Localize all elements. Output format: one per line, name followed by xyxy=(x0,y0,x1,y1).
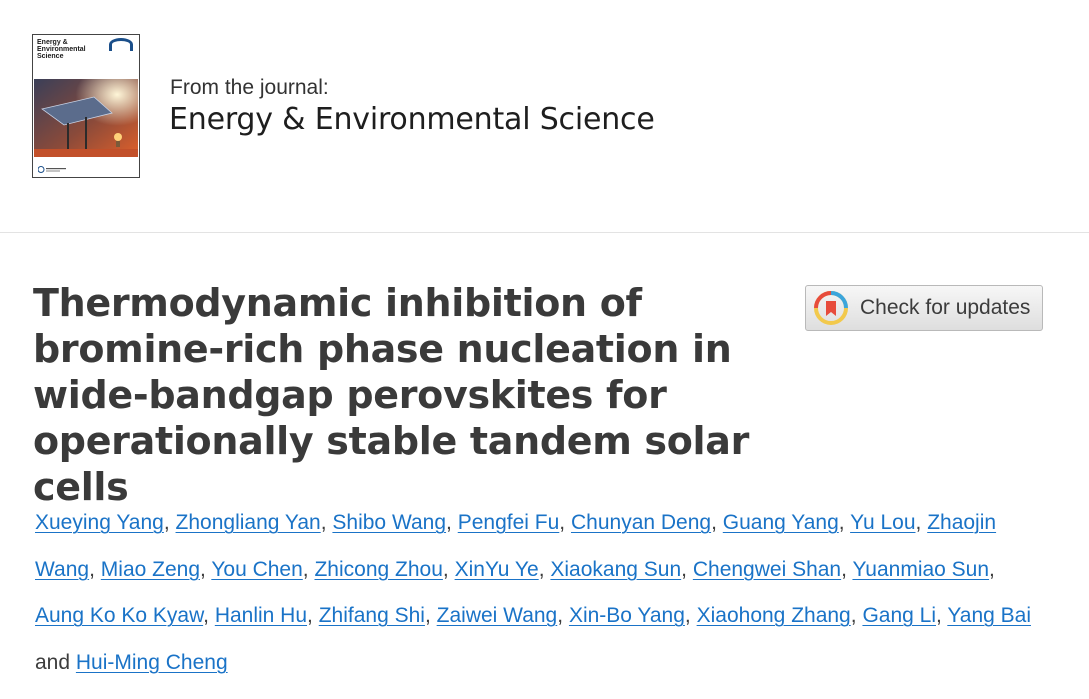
author-link[interactable]: Hui-Ming Cheng xyxy=(76,651,228,674)
header-divider xyxy=(0,232,1089,233)
cover-title: Energy & Environmental Science xyxy=(37,39,111,60)
author-link[interactable]: Zhicong Zhou xyxy=(314,558,442,581)
author-link[interactable]: Shibo Wang xyxy=(332,511,446,534)
title-line: operationally stable tandem solar cells xyxy=(33,419,750,509)
author-link[interactable]: Miao Zeng xyxy=(101,558,200,581)
author-separator: , xyxy=(538,557,545,581)
cover-artwork xyxy=(34,79,138,157)
author-separator: , xyxy=(200,557,206,581)
author-separator: , xyxy=(163,511,170,534)
author-link[interactable]: Gang Li xyxy=(862,604,936,627)
cover-badge-icon xyxy=(109,38,133,51)
author-separator: , xyxy=(446,511,452,534)
author-link[interactable]: Zaiwei Wang xyxy=(437,604,558,627)
cover-title-line: Environmental xyxy=(37,46,86,53)
author-link[interactable]: Chengwei Shan xyxy=(693,558,841,581)
author-separator: , xyxy=(915,511,922,534)
article-page: Energy & Environmental Science From the … xyxy=(0,0,1089,699)
author-separator: , xyxy=(711,511,717,534)
cover-title-line: Energy & xyxy=(37,39,68,46)
author-separator: , xyxy=(684,604,691,627)
author-separator: , xyxy=(838,511,845,534)
author-separator: , xyxy=(307,604,313,627)
article-title: Thermodynamic inhibition of bromine-rich… xyxy=(33,280,793,510)
author-link[interactable]: Yuanmiao Sun xyxy=(852,558,989,581)
cover-title-line: Science xyxy=(37,53,64,60)
author-separator: , xyxy=(841,557,847,581)
author-separator: , xyxy=(559,511,566,534)
author-list: Xueying Yang, Zhongliang Yan, Shibo Wang… xyxy=(35,500,1045,686)
author-link[interactable]: XinYu Ye xyxy=(455,558,539,581)
author-link[interactable]: Chunyan Deng xyxy=(571,511,711,534)
author-link[interactable]: Zhongliang Yan xyxy=(176,511,321,534)
title-line: bromine-rich phase nucleation in xyxy=(33,327,732,371)
title-line: Thermodynamic inhibition of xyxy=(33,281,642,325)
journal-header: Energy & Environmental Science From the … xyxy=(0,0,1089,232)
author-separator: , xyxy=(442,557,449,581)
journal-name-link[interactable]: Energy & Environmental Science xyxy=(169,102,655,137)
publisher-logo-icon xyxy=(38,166,66,173)
crossmark-icon xyxy=(814,291,848,325)
title-line: wide-bandgap perovskites for xyxy=(33,373,667,417)
check-for-updates-label: Check for updates xyxy=(860,296,1031,319)
author-link[interactable]: Zhifang Shi xyxy=(319,604,425,627)
author-link[interactable]: Hanlin Hu xyxy=(215,604,307,627)
author-link[interactable]: You Chen xyxy=(211,558,302,581)
author-link[interactable]: Yu Lou xyxy=(850,511,915,534)
author-separator: , xyxy=(89,557,95,581)
author-link[interactable]: Yang Bai xyxy=(947,604,1031,627)
author-separator: , xyxy=(424,604,431,627)
author-separator: , xyxy=(557,604,564,627)
author-separator: , xyxy=(203,604,209,627)
author-link[interactable]: Xiaohong Zhang xyxy=(697,604,851,627)
author-conjunction: and xyxy=(35,650,71,674)
author-separator: , xyxy=(681,557,687,581)
author-link[interactable]: Xin-Bo Yang xyxy=(569,604,685,627)
author-separator: , xyxy=(302,557,309,581)
author-link[interactable]: Xiaokang Sun xyxy=(550,558,681,581)
author-link[interactable]: Aung Ko Ko Kyaw xyxy=(35,604,203,627)
author-separator: , xyxy=(936,604,942,627)
check-for-updates-button[interactable]: Check for updates xyxy=(805,285,1043,331)
author-separator: , xyxy=(989,557,995,581)
journal-cover-image[interactable]: Energy & Environmental Science xyxy=(32,34,140,178)
author-link[interactable]: Xueying Yang xyxy=(35,511,164,534)
author-link[interactable]: Guang Yang xyxy=(723,511,839,534)
from-journal-label: From the journal: xyxy=(170,76,329,99)
author-link[interactable]: Pengfei Fu xyxy=(458,511,560,534)
author-separator: , xyxy=(320,511,327,534)
author-separator: , xyxy=(850,604,857,627)
